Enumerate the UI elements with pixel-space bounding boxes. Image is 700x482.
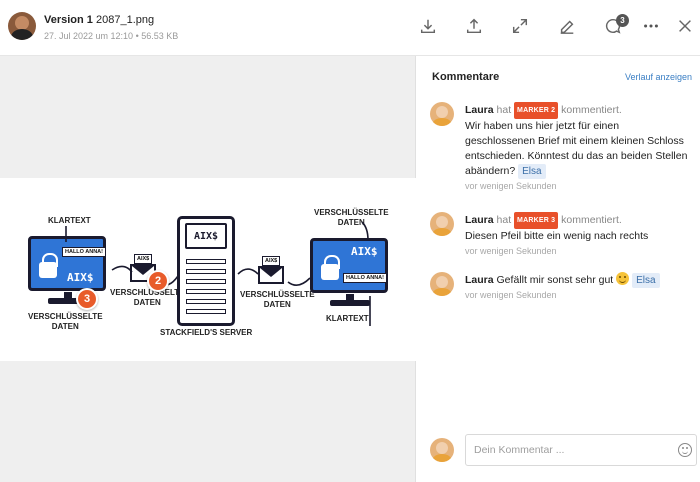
comment-author[interactable]: Laura bbox=[465, 214, 494, 226]
comment-verb: hat bbox=[496, 104, 512, 116]
comment-input-row bbox=[430, 434, 697, 466]
comment-time: vor wenigen Sekunden bbox=[465, 181, 557, 191]
file-size: 56.53 KB bbox=[141, 31, 179, 41]
comment-author[interactable]: Laura bbox=[465, 274, 494, 286]
marker-2[interactable]: 2 bbox=[147, 270, 169, 292]
avatar bbox=[430, 438, 454, 462]
mention-elsa[interactable]: Elsa bbox=[518, 164, 546, 179]
comment-time: vor wenigen Sekunden bbox=[465, 246, 557, 256]
comments-panel: Kommentare Verlauf anzeigen Laura hat MA… bbox=[417, 56, 700, 482]
expand-icon[interactable] bbox=[510, 16, 530, 36]
viewer-header: Version 1 2087_1.png 27. Jul 2022 um 12:… bbox=[0, 0, 700, 56]
file-meta: 27. Jul 2022 um 12:10 • 56.53 KB bbox=[44, 31, 178, 41]
comment-count-badge: 3 bbox=[616, 14, 629, 27]
image-canvas[interactable]: KLARTEXT HALLO ANNA! AIX$ VERSCHLÜSSELTE… bbox=[0, 56, 416, 482]
diagram-arrows bbox=[65, 221, 371, 326]
comment-input[interactable] bbox=[465, 434, 697, 466]
comment-verb-post: kommentiert. bbox=[561, 214, 622, 226]
show-history-link[interactable]: Verlauf anzeigen bbox=[625, 72, 692, 82]
avatar bbox=[430, 102, 454, 126]
upload-icon[interactable] bbox=[464, 16, 484, 36]
comment-time: vor wenigen Sekunden bbox=[465, 290, 557, 300]
comment-text: Diesen Pfeil bitte ein wenig nach rechts bbox=[465, 230, 649, 242]
download-icon[interactable] bbox=[418, 16, 438, 36]
smile-emoji-icon bbox=[616, 272, 630, 285]
uploader-avatar bbox=[8, 12, 36, 40]
file-title: Version 1 2087_1.png bbox=[44, 14, 154, 26]
close-icon[interactable] bbox=[675, 16, 695, 36]
comments-title: Kommentare bbox=[432, 71, 500, 83]
comment-verb-post: kommentiert. bbox=[561, 104, 622, 116]
comment-text: Wir haben uns hier jetzt für einen gesch… bbox=[465, 120, 688, 177]
comment-verb: hat bbox=[496, 214, 512, 226]
edit-icon[interactable] bbox=[557, 16, 577, 36]
avatar bbox=[430, 272, 454, 296]
marker-tag[interactable]: MARKER 3 bbox=[514, 212, 559, 229]
more-icon[interactable] bbox=[641, 16, 661, 36]
upload-date: 27. Jul 2022 um 12:10 bbox=[44, 31, 134, 41]
avatar bbox=[430, 212, 454, 236]
emoji-picker-icon[interactable] bbox=[678, 443, 692, 457]
marker-tag[interactable]: MARKER 2 bbox=[514, 102, 559, 119]
file-name: 2087_1.png bbox=[95, 14, 155, 26]
comment-author[interactable]: Laura bbox=[465, 104, 494, 116]
marker-3[interactable]: 3 bbox=[76, 288, 98, 310]
mention-elsa[interactable]: Elsa bbox=[632, 273, 660, 288]
version-label: Version 1 bbox=[44, 14, 93, 26]
meta-separator: • bbox=[135, 31, 139, 41]
encryption-diagram: KLARTEXT HALLO ANNA! AIX$ VERSCHLÜSSELTE… bbox=[0, 178, 416, 361]
comment-text: Gefällt mir sonst sehr gut bbox=[496, 274, 614, 286]
